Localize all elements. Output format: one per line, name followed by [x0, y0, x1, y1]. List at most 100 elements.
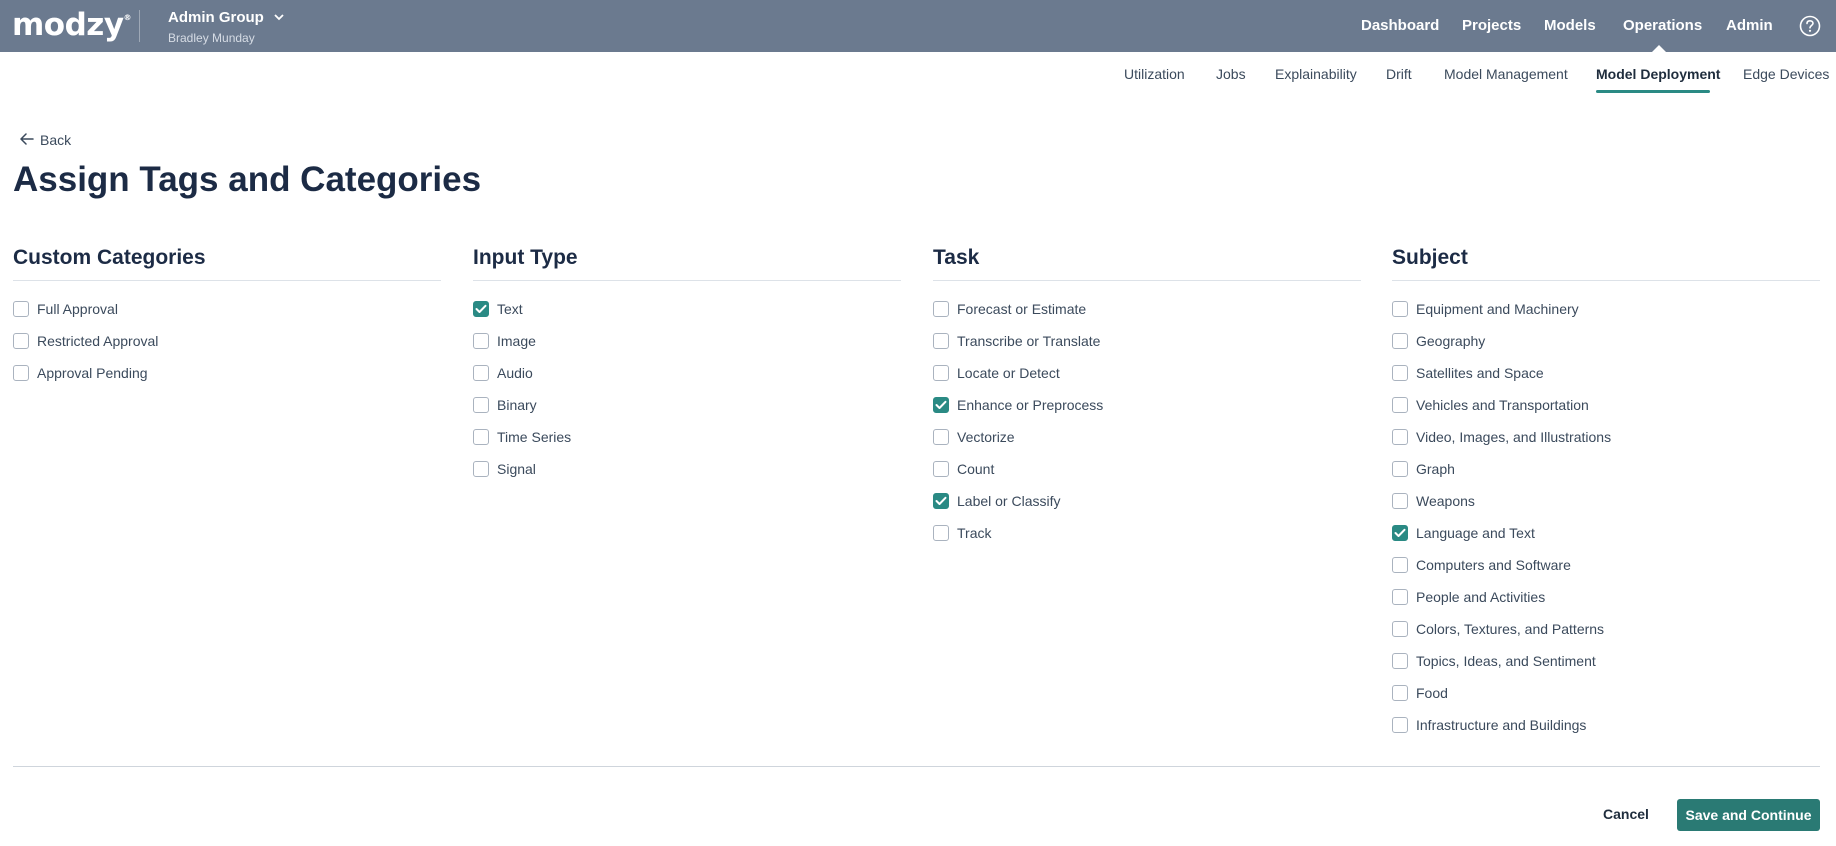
- checkbox[interactable]: [933, 429, 949, 445]
- back-label: Back: [40, 132, 72, 148]
- checkbox[interactable]: [933, 461, 949, 477]
- checkbox-option[interactable]: Binary: [473, 389, 901, 421]
- header-divider: [139, 10, 140, 42]
- checkbox[interactable]: [473, 397, 489, 413]
- checkbox-label: Equipment and Machinery: [1416, 301, 1579, 317]
- checkbox-option[interactable]: Colors, Textures, and Patterns: [1392, 613, 1820, 645]
- checkbox-option[interactable]: Equipment and Machinery: [1392, 293, 1820, 325]
- checkbox-checked[interactable]: [1392, 525, 1408, 541]
- checkbox-option[interactable]: Image: [473, 325, 901, 357]
- checkbox[interactable]: [1392, 717, 1408, 733]
- checkbox[interactable]: [1392, 333, 1408, 349]
- column-divider: [473, 280, 901, 281]
- checkbox-option[interactable]: Weapons: [1392, 485, 1820, 517]
- tab-utilization[interactable]: Utilization: [1124, 66, 1185, 82]
- checkbox[interactable]: [1392, 589, 1408, 605]
- checkbox-option[interactable]: Transcribe or Translate: [933, 325, 1361, 357]
- checkbox-label: Infrastructure and Buildings: [1416, 717, 1587, 733]
- checkbox-option[interactable]: Approval Pending: [13, 357, 441, 389]
- help-icon[interactable]: [1799, 15, 1821, 37]
- tab-model-management[interactable]: Model Management: [1444, 66, 1568, 82]
- nav-dashboard[interactable]: Dashboard: [1361, 17, 1439, 34]
- checkbox[interactable]: [473, 333, 489, 349]
- checkbox[interactable]: [1392, 365, 1408, 381]
- checkbox-option[interactable]: Vectorize: [933, 421, 1361, 453]
- checkbox[interactable]: [933, 333, 949, 349]
- tab-drift[interactable]: Drift: [1386, 66, 1412, 82]
- checkbox-option[interactable]: Count: [933, 453, 1361, 485]
- checkbox-label: Weapons: [1416, 493, 1475, 509]
- checkbox-option[interactable]: Time Series: [473, 421, 901, 453]
- checkbox-option[interactable]: Topics, Ideas, and Sentiment: [1392, 645, 1820, 677]
- checkbox[interactable]: [933, 525, 949, 541]
- checkbox-option[interactable]: Forecast or Estimate: [933, 293, 1361, 325]
- group-user-name: Bradley Munday: [168, 31, 255, 45]
- group-switcher[interactable]: Admin Group Bradley Munday: [168, 8, 284, 45]
- tab-edge-devices[interactable]: Edge Devices: [1743, 66, 1829, 82]
- checkbox[interactable]: [13, 301, 29, 317]
- checkbox-option[interactable]: People and Activities: [1392, 581, 1820, 613]
- checkbox-option[interactable]: Geography: [1392, 325, 1820, 357]
- checkbox-option[interactable]: Language and Text: [1392, 517, 1820, 549]
- nav-projects[interactable]: Projects: [1462, 17, 1521, 34]
- checkbox[interactable]: [1392, 461, 1408, 477]
- checkbox[interactable]: [1392, 429, 1408, 445]
- checkbox-option[interactable]: Graph: [1392, 453, 1820, 485]
- task-column: Task Forecast or Estimate Transcribe or T…: [933, 246, 1361, 549]
- checkbox[interactable]: [1392, 557, 1408, 573]
- tab-explainability[interactable]: Explainability: [1275, 66, 1357, 82]
- checkbox[interactable]: [1392, 685, 1408, 701]
- modzy-logo[interactable]: modzy®: [12, 7, 132, 43]
- save-and-continue-button[interactable]: Save and Continue: [1677, 799, 1820, 831]
- checkbox[interactable]: [13, 365, 29, 381]
- check-icon: [475, 304, 487, 313]
- checkbox[interactable]: [1392, 653, 1408, 669]
- checkbox-label: Approval Pending: [37, 365, 148, 381]
- checkbox-option[interactable]: Food: [1392, 677, 1820, 709]
- checkbox[interactable]: [1392, 397, 1408, 413]
- checkbox-label: Forecast or Estimate: [957, 301, 1087, 317]
- checkbox[interactable]: [933, 365, 949, 381]
- back-link[interactable]: Back: [20, 132, 71, 148]
- nav-models[interactable]: Models: [1544, 17, 1596, 34]
- option-list: Full Approval Restricted Approval Approval…: [13, 293, 441, 389]
- checkbox-label: Topics, Ideas, and Sentiment: [1416, 653, 1596, 669]
- checkbox[interactable]: [473, 461, 489, 477]
- checkbox-option[interactable]: Signal: [473, 453, 901, 485]
- page-title: Assign Tags and Categories: [13, 160, 482, 199]
- checkbox-option[interactable]: Computers and Software: [1392, 549, 1820, 581]
- nav-operations[interactable]: Operations: [1623, 17, 1702, 34]
- tab-jobs[interactable]: Jobs: [1216, 66, 1246, 82]
- checkbox-option[interactable]: Restricted Approval: [13, 325, 441, 357]
- cancel-button[interactable]: Cancel: [1603, 806, 1649, 822]
- checkbox-option[interactable]: Enhance or Preprocess: [933, 389, 1361, 421]
- checkbox[interactable]: [473, 365, 489, 381]
- checkbox[interactable]: [13, 333, 29, 349]
- checkbox-option[interactable]: Audio: [473, 357, 901, 389]
- checkbox[interactable]: [1392, 301, 1408, 317]
- checkbox-option[interactable]: Full Approval: [13, 293, 441, 325]
- checkbox-option[interactable]: Locate or Detect: [933, 357, 1361, 389]
- checkbox-option[interactable]: Vehicles and Transportation: [1392, 389, 1820, 421]
- checkbox-option[interactable]: Satellites and Space: [1392, 357, 1820, 389]
- top-bar: modzy® Admin Group Bradley Munday Dashbo…: [0, 0, 1836, 52]
- checkbox-option[interactable]: Video, Images, and Illustrations: [1392, 421, 1820, 453]
- checkbox-checked[interactable]: [933, 493, 949, 509]
- checkbox-option[interactable]: Infrastructure and Buildings: [1392, 709, 1820, 741]
- checkbox-checked[interactable]: [473, 301, 489, 317]
- checkbox-option[interactable]: Track: [933, 517, 1361, 549]
- checkbox-label: Count: [957, 461, 995, 477]
- checkbox[interactable]: [1392, 493, 1408, 509]
- checkbox[interactable]: [1392, 621, 1408, 637]
- checkbox[interactable]: [473, 429, 489, 445]
- check-icon: [935, 496, 947, 505]
- checkbox-label: Language and Text: [1416, 525, 1535, 541]
- checkbox-option[interactable]: Label or Classify: [933, 485, 1361, 517]
- checkbox-option[interactable]: Text: [473, 293, 901, 325]
- checkbox[interactable]: [933, 301, 949, 317]
- nav-admin[interactable]: Admin: [1726, 17, 1773, 34]
- group-name: Admin Group: [168, 9, 264, 26]
- checkbox-checked[interactable]: [933, 397, 949, 413]
- input-type-column: Input Type Text Image Audio Binary Time Seri…: [473, 246, 901, 485]
- tab-model-deployment[interactable]: Model Deployment: [1596, 66, 1720, 82]
